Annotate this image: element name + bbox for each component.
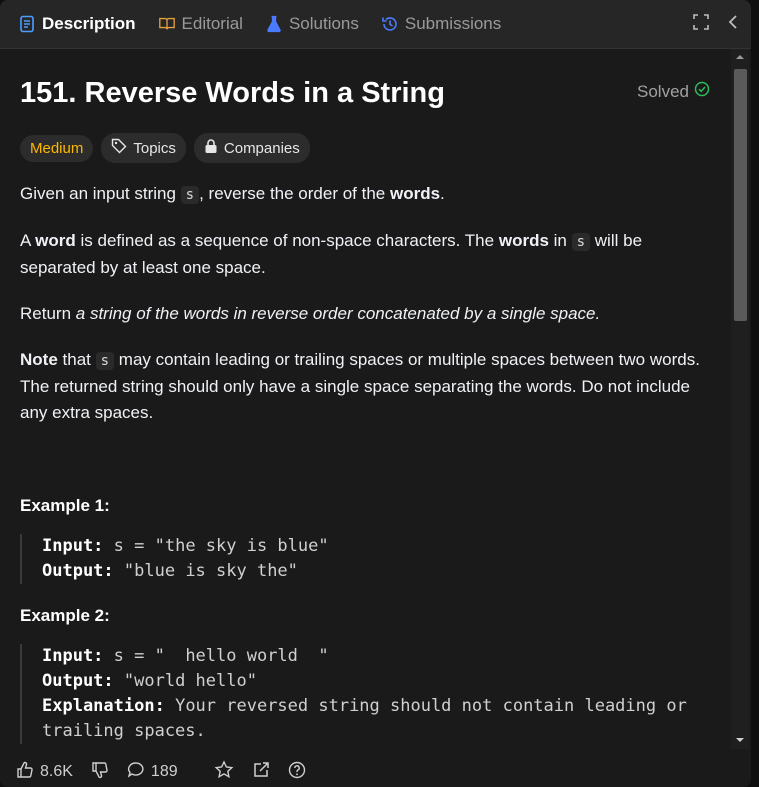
like-count: 8.6K (40, 763, 73, 780)
problem-title: 151. Reverse Words in a String (20, 77, 445, 109)
bold-text: Note (20, 350, 58, 369)
description-content: 151. Reverse Words in a String Solved Me… (0, 49, 730, 757)
italic-text: a string of the words in reverse order c… (75, 304, 601, 323)
tab-description[interactable]: Description (0, 0, 148, 48)
tab-editorial-label: Editorial (181, 14, 243, 33)
lock-icon (204, 138, 218, 158)
solved-status: Solved (637, 81, 710, 102)
tab-solutions-label: Solutions (288, 14, 359, 33)
bold-text: word (35, 231, 76, 250)
explanation-label: Explanation: (42, 696, 165, 716)
tab-submissions[interactable]: Submissions (371, 0, 513, 48)
comments-button[interactable]: 189 (127, 761, 178, 784)
footer-actions: 8.6K 189 (0, 757, 751, 787)
thumbs-up-icon (16, 761, 34, 784)
tab-editorial[interactable]: Editorial (148, 0, 255, 48)
difficulty-badge[interactable]: Medium (20, 134, 94, 162)
flask-icon (265, 15, 283, 33)
topics-button[interactable]: Topics (101, 133, 186, 163)
history-icon (381, 15, 399, 33)
text: A (20, 231, 31, 250)
scroll-up-arrow-icon[interactable] (735, 54, 745, 60)
output-label: Output: (42, 671, 114, 691)
text: in (553, 231, 567, 250)
tab-solutions[interactable]: Solutions (255, 0, 371, 48)
comment-count: 189 (150, 763, 178, 780)
share-button[interactable] (252, 761, 270, 784)
example-2-block: Input: s = " hello world " Output: "worl… (20, 644, 710, 744)
example-1-title: Example 1: (20, 496, 110, 515)
share-icon (252, 761, 270, 784)
tag-icon (111, 138, 127, 158)
thumbs-down-icon (91, 761, 109, 784)
inline-code: s (571, 233, 591, 251)
fullscreen-icon[interactable] (693, 13, 709, 35)
description-paragraph-4: Note that s may contain leading or trail… (20, 347, 710, 426)
example-input: s = "the sky is blue" (113, 536, 329, 556)
text: , reverse the order of the (199, 184, 386, 203)
tab-description-label: Description (42, 14, 136, 33)
text: may contain leading or trailing spaces o… (20, 350, 700, 422)
problem-panel: Description Editorial Solutions Submissi… (0, 0, 751, 787)
topics-label: Topics (133, 139, 176, 157)
scroll-down-arrow-icon[interactable] (735, 737, 745, 743)
text: Return (20, 304, 72, 323)
example-2-title: Example 2: (20, 606, 110, 625)
document-icon (18, 15, 36, 33)
example-1-block: Input: s = "the sky is blue" Output: "bl… (20, 534, 710, 584)
check-circle-icon (694, 81, 710, 102)
example-output: "world hello" (123, 671, 257, 691)
tag-chips: Medium Topics Companies (20, 133, 710, 163)
input-label: Input: (42, 536, 104, 556)
text: is defined as a sequence of non-space ch… (80, 231, 495, 250)
collapse-chevron-icon[interactable] (727, 14, 739, 35)
tab-submissions-label: Submissions (404, 14, 502, 33)
comment-bubble-icon (127, 761, 145, 784)
example-output: "blue is sky the" (123, 561, 298, 581)
inline-code: s (95, 352, 115, 370)
help-button[interactable] (288, 761, 306, 784)
book-icon (158, 15, 176, 33)
solved-label: Solved (637, 81, 689, 101)
scroll-thumb[interactable] (734, 69, 747, 321)
bold-text: words (389, 184, 441, 203)
input-label: Input: (42, 646, 104, 666)
example-input: s = " hello world " (113, 646, 329, 666)
text: that (62, 350, 91, 369)
description-paragraph-2: A word is defined as a sequence of non-s… (20, 228, 710, 281)
bold-text: words (498, 231, 549, 250)
description-paragraph-1: Given an input string s, reverse the ord… (20, 181, 710, 208)
output-label: Output: (42, 561, 114, 581)
inline-code: s (180, 186, 200, 204)
companies-label: Companies (223, 139, 300, 157)
text: . (440, 184, 445, 203)
star-icon (214, 759, 234, 785)
like-button[interactable]: 8.6K (16, 761, 73, 784)
favorite-button[interactable] (214, 759, 234, 785)
question-circle-icon (288, 761, 306, 784)
text: Given an input string (20, 184, 176, 203)
scrollbar[interactable] (731, 49, 749, 749)
companies-button[interactable]: Companies (193, 133, 310, 163)
dislike-button[interactable] (91, 761, 109, 784)
description-paragraph-3: Return a string of the words in reverse … (20, 301, 710, 327)
tab-bar: Description Editorial Solutions Submissi… (0, 0, 751, 49)
